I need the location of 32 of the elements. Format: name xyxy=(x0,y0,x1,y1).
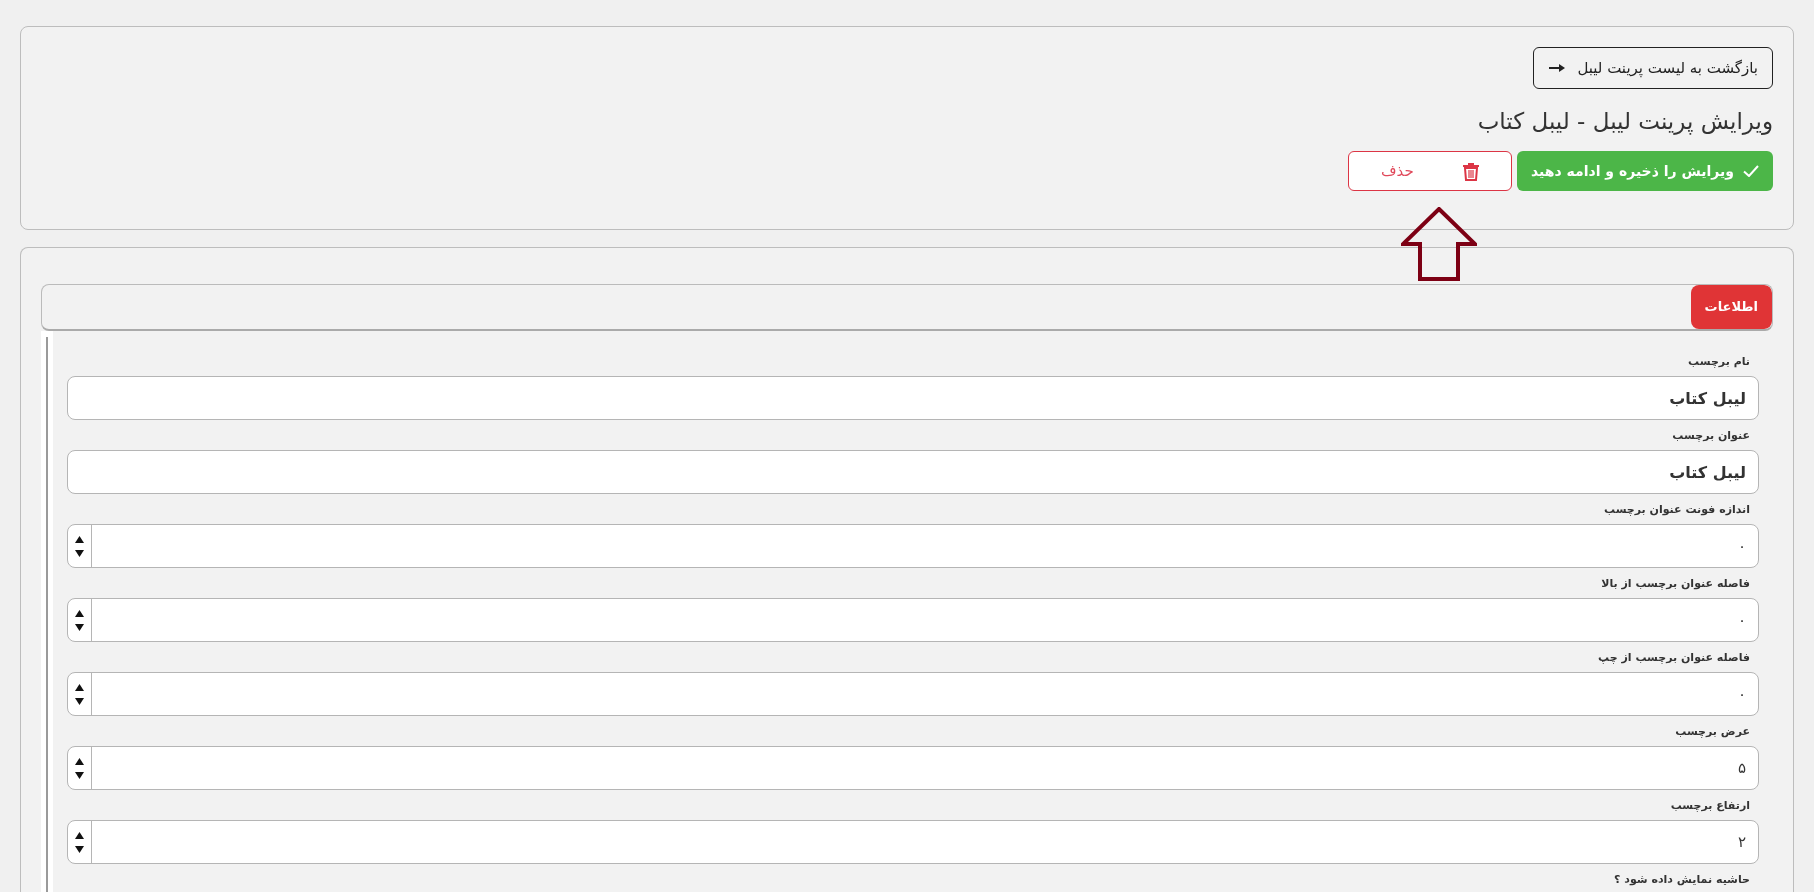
text-field[interactable]: لیبل کتاب xyxy=(67,450,1759,494)
arrow-right-icon xyxy=(1549,64,1566,72)
check-icon xyxy=(1743,165,1759,177)
spin-up-icon[interactable] xyxy=(75,831,84,839)
spin-down-icon[interactable] xyxy=(75,845,84,853)
number-field[interactable]: ۰ xyxy=(67,598,1759,642)
delete-button[interactable]: حذف xyxy=(1347,151,1512,191)
page-title: ویرایش پرینت لیبل - لیبل کتاب xyxy=(1477,107,1773,137)
spin-up-icon[interactable] xyxy=(75,683,84,691)
spin-up-icon[interactable] xyxy=(75,535,84,543)
text-field[interactable]: لیبل کتاب xyxy=(67,376,1759,420)
tab[interactable]: اطلاعات xyxy=(1690,285,1772,329)
trash-icon xyxy=(1462,161,1479,181)
field-label: عنوان برچسب xyxy=(1672,428,1750,444)
field-label: حاشیه نمایش داده شود ؟ xyxy=(1614,872,1750,888)
field-label: عرض برچسب xyxy=(1675,724,1750,740)
field-label: ارتفاع برچسب xyxy=(1670,798,1750,814)
spin-up-icon[interactable] xyxy=(75,609,84,617)
spin-down-icon[interactable] xyxy=(75,549,84,557)
spin-down-icon[interactable] xyxy=(75,771,84,779)
field-label: نام برچسب xyxy=(1688,354,1750,370)
number-field[interactable]: ۰ xyxy=(67,672,1759,716)
number-field[interactable]: ۲ xyxy=(67,820,1759,864)
number-field[interactable]: ۵ xyxy=(67,746,1759,790)
spin-down-icon[interactable] xyxy=(75,623,84,631)
field-label: اندازه فونت عنوان برچسب xyxy=(1604,502,1750,518)
number-field[interactable]: ۰ xyxy=(67,524,1759,568)
field-label: فاصله عنوان برچسب از چپ xyxy=(1598,650,1750,666)
back-button[interactable]: بازگشت به لیست پرینت لیبل xyxy=(1533,47,1773,89)
field-label: فاصله عنوان برچسب از بالا xyxy=(1601,576,1750,592)
spin-down-icon[interactable] xyxy=(75,697,84,705)
spin-up-icon[interactable] xyxy=(75,757,84,765)
